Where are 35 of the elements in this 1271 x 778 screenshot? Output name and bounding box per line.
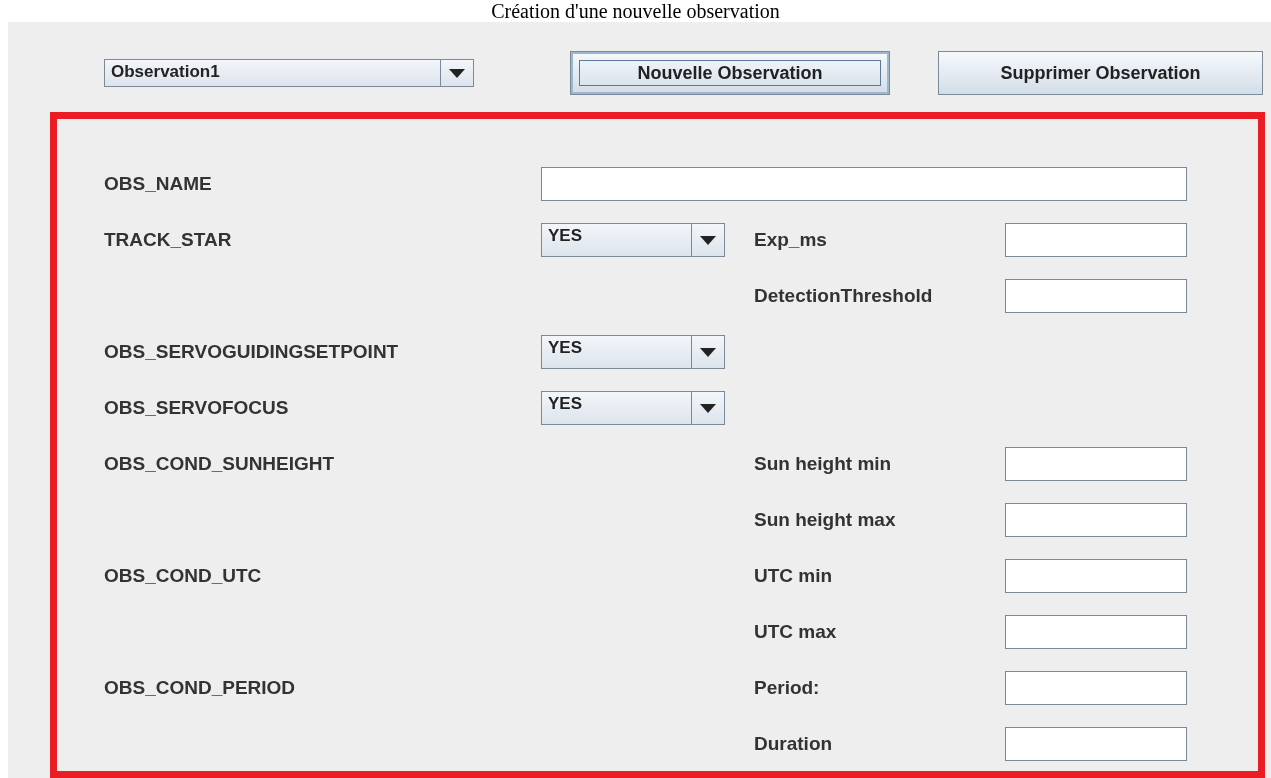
- field-label: OBS_SERVOGUIDINGSETPOINT: [104, 341, 400, 363]
- field-label: Exp_ms: [754, 229, 828, 251]
- input-field[interactable]: [1005, 223, 1187, 257]
- yes-no-dropdown[interactable]: YES: [541, 391, 725, 425]
- field-label: Sun height max: [754, 509, 897, 531]
- input-field[interactable]: [1005, 615, 1187, 649]
- field-label: DetectionThreshold: [754, 285, 934, 307]
- field-label: TRACK_STAR: [104, 229, 233, 251]
- field-label: Duration: [754, 733, 834, 755]
- input-field[interactable]: [541, 167, 1187, 201]
- field-label: UTC min: [754, 565, 834, 587]
- field-label: Period:: [754, 677, 821, 699]
- input-field[interactable]: [1005, 559, 1187, 593]
- field-label: Sun height min: [754, 453, 893, 475]
- dropdown-arrow-icon: [700, 235, 716, 245]
- page-caption: Création d'une nouvelle observation: [491, 0, 780, 22]
- dropdown-arrow-icon: [700, 347, 716, 357]
- input-field[interactable]: [1005, 671, 1187, 705]
- input-field[interactable]: [1005, 279, 1187, 313]
- field-label: OBS_COND_PERIOD: [104, 677, 297, 699]
- input-field[interactable]: [1005, 727, 1187, 761]
- field-label: OBS_NAME: [104, 173, 213, 195]
- field-label: OBS_COND_UTC: [104, 565, 263, 587]
- field-label: UTC max: [754, 621, 838, 643]
- new-observation-button[interactable]: Nouvelle Observation: [570, 51, 890, 95]
- input-field[interactable]: [1005, 447, 1187, 481]
- delete-observation-button[interactable]: Supprimer Observation: [938, 51, 1263, 95]
- dropdown-arrow-icon: [449, 68, 465, 78]
- yes-no-dropdown[interactable]: YES: [541, 223, 725, 257]
- dropdown-arrow-icon: [700, 403, 716, 413]
- input-field[interactable]: [1005, 503, 1187, 537]
- yes-no-dropdown[interactable]: YES: [541, 335, 725, 369]
- field-label: OBS_SERVOFOCUS: [104, 397, 290, 419]
- observation-dropdown[interactable]: Observation1: [104, 59, 474, 87]
- field-label: OBS_COND_SUNHEIGHT: [104, 453, 336, 475]
